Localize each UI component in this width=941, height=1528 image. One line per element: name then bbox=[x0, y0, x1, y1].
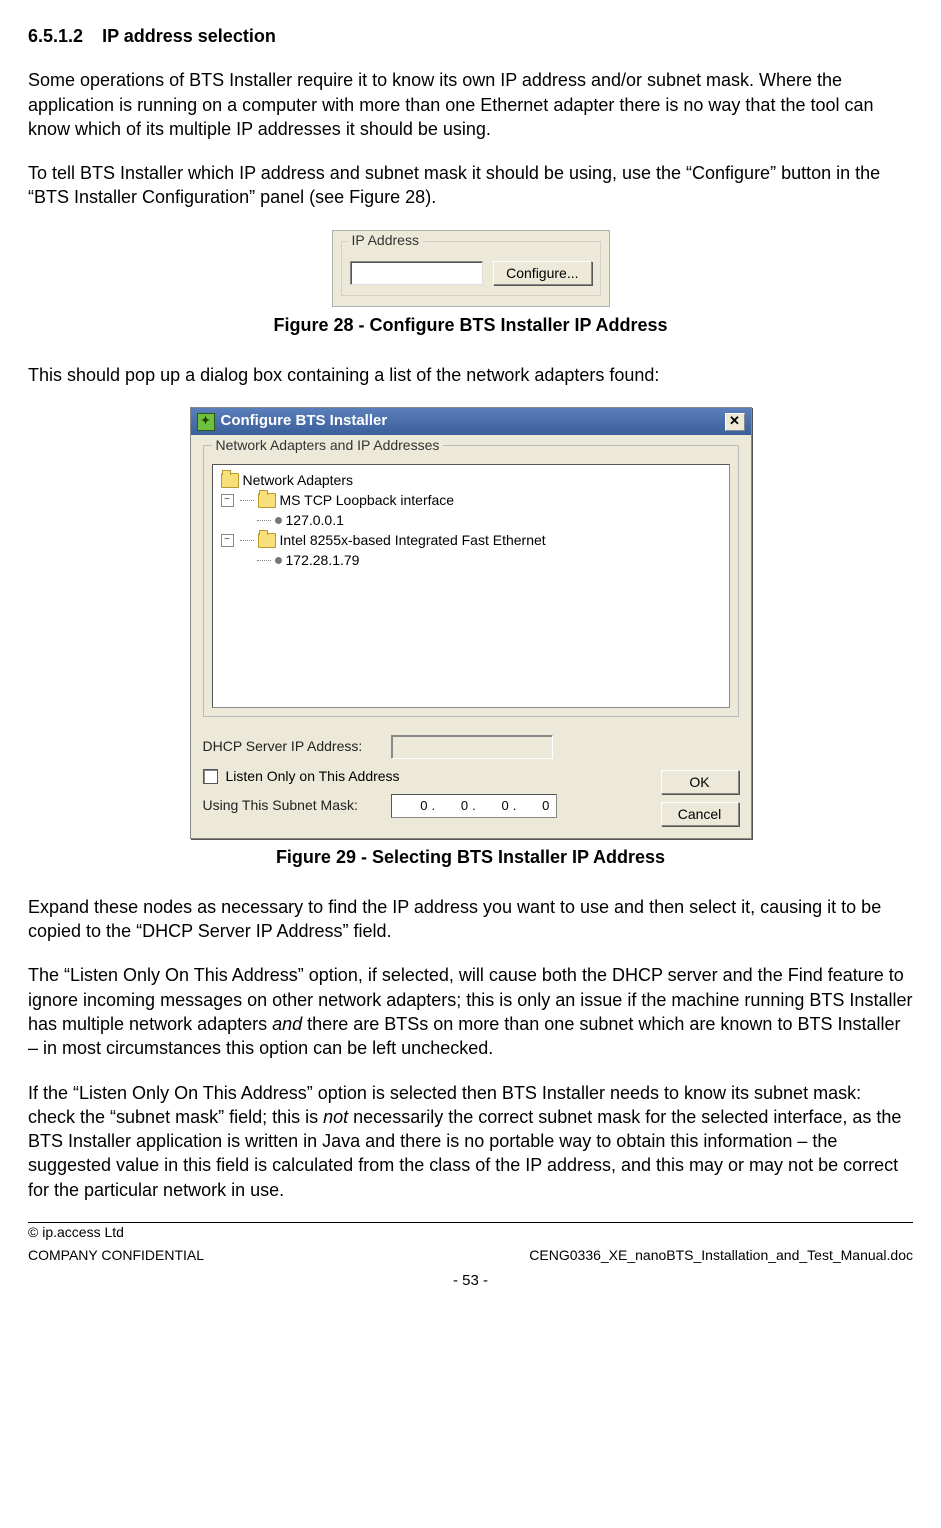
section-number: 6.5.1.2 bbox=[28, 26, 83, 46]
paragraph-2: To tell BTS Installer which IP address a… bbox=[28, 161, 913, 210]
figure-29-caption: Figure 29 - Selecting BTS Installer IP A… bbox=[28, 845, 913, 869]
configure-dialog: ✦ Configure BTS Installer ✕ Network Adap… bbox=[190, 407, 752, 838]
subnet-octet-4[interactable] bbox=[517, 797, 552, 814]
collapse-icon[interactable]: − bbox=[221, 494, 234, 507]
tree-adapter-1[interactable]: − MS TCP Loopback interface bbox=[217, 491, 725, 511]
collapse-icon[interactable]: − bbox=[221, 534, 234, 547]
listen-only-checkbox[interactable] bbox=[203, 769, 218, 784]
figure-28-caption: Figure 28 - Configure BTS Installer IP A… bbox=[28, 313, 913, 337]
adapters-group-label: Network Adapters and IP Addresses bbox=[212, 436, 444, 455]
tree-ip-2-label: 172.28.1.79 bbox=[286, 551, 360, 570]
subnet-mask-label: Using This Subnet Mask: bbox=[203, 796, 383, 815]
paragraph-4: Expand these nodes as necessary to find … bbox=[28, 895, 913, 944]
dialog-title: Configure BTS Installer bbox=[221, 411, 388, 431]
section-title: IP address selection bbox=[102, 26, 276, 46]
paragraph-5: The “Listen Only On This Address” option… bbox=[28, 963, 913, 1060]
configure-button[interactable]: Configure... bbox=[493, 261, 591, 285]
dhcp-server-ip-field bbox=[391, 735, 553, 759]
section-heading: 6.5.1.2 IP address selection bbox=[28, 24, 913, 48]
folder-icon bbox=[258, 533, 276, 548]
figure-29: ✦ Configure BTS Installer ✕ Network Adap… bbox=[28, 407, 913, 838]
app-icon: ✦ bbox=[197, 413, 215, 431]
subnet-octet-1[interactable] bbox=[396, 797, 431, 814]
page-footer: COMPANY CONFIDENTIAL CENG0336_XE_nanoBTS… bbox=[28, 1246, 913, 1265]
adapters-tree[interactable]: Network Adapters − MS TCP Loopback inter… bbox=[212, 464, 730, 708]
tree-root[interactable]: Network Adapters bbox=[217, 471, 725, 491]
ip-address-panel: IP Address Configure... bbox=[332, 230, 610, 307]
paragraph-6-italic: not bbox=[323, 1107, 348, 1127]
ip-node-icon bbox=[275, 517, 282, 524]
footer-confidential: COMPANY CONFIDENTIAL bbox=[28, 1246, 204, 1265]
listen-only-label: Listen Only on This Address bbox=[226, 767, 400, 786]
footer-copyright: © ip.access Ltd bbox=[28, 1223, 913, 1242]
folder-icon bbox=[221, 473, 239, 488]
tree-ip-1[interactable]: 127.0.0.1 bbox=[217, 511, 725, 531]
dialog-titlebar[interactable]: ✦ Configure BTS Installer ✕ bbox=[191, 408, 751, 434]
cancel-button[interactable]: Cancel bbox=[661, 802, 739, 826]
subnet-mask-field[interactable]: . . . bbox=[391, 794, 558, 818]
ip-address-field[interactable] bbox=[350, 261, 484, 285]
paragraph-1: Some operations of BTS Installer require… bbox=[28, 68, 913, 141]
close-icon[interactable]: ✕ bbox=[725, 413, 745, 431]
ip-address-group-label: IP Address bbox=[348, 231, 423, 250]
paragraph-3: This should pop up a dialog box containi… bbox=[28, 363, 913, 387]
paragraph-6: If the “Listen Only On This Address” opt… bbox=[28, 1081, 913, 1202]
page-number: - 53 - bbox=[28, 1271, 913, 1291]
tree-adapter-1-label: MS TCP Loopback interface bbox=[280, 491, 455, 510]
dhcp-label: DHCP Server IP Address: bbox=[203, 737, 383, 756]
tree-adapter-2-label: Intel 8255x-based Integrated Fast Ethern… bbox=[280, 531, 546, 550]
tree-adapter-2[interactable]: − Intel 8255x-based Integrated Fast Ethe… bbox=[217, 531, 725, 551]
figure-28: IP Address Configure... bbox=[28, 230, 913, 307]
subnet-octet-2[interactable] bbox=[436, 797, 471, 814]
folder-icon bbox=[258, 493, 276, 508]
tree-root-label: Network Adapters bbox=[243, 471, 354, 490]
tree-ip-2[interactable]: 172.28.1.79 bbox=[217, 551, 725, 571]
footer-docname: CENG0336_XE_nanoBTS_Installation_and_Tes… bbox=[529, 1246, 913, 1265]
subnet-octet-3[interactable] bbox=[477, 797, 512, 814]
paragraph-5-italic: and bbox=[272, 1014, 302, 1034]
tree-ip-1-label: 127.0.0.1 bbox=[286, 511, 344, 530]
ok-button[interactable]: OK bbox=[661, 770, 739, 794]
ip-node-icon bbox=[275, 557, 282, 564]
adapters-groupbox: Network Adapters and IP Addresses Networ… bbox=[203, 445, 739, 717]
